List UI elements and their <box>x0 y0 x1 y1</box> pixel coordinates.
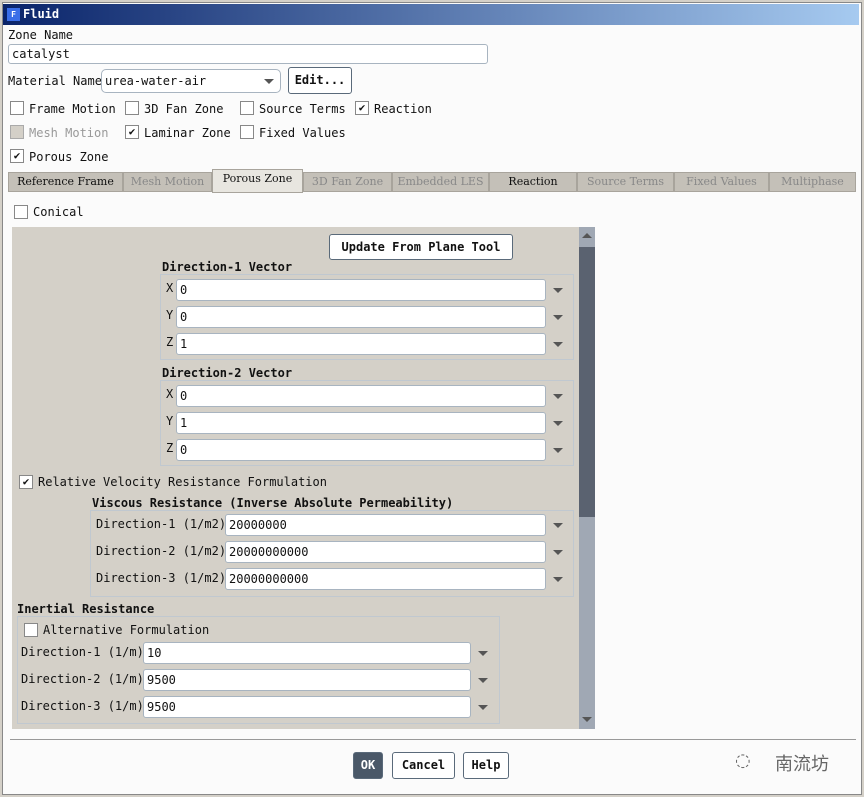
axis-label: Z <box>166 335 174 349</box>
dir1-y-input[interactable]: 0 <box>176 306 546 328</box>
inertial-direction-input[interactable]: 9500 <box>143 696 471 718</box>
inertial-direction-label: Direction-1 (1/m) <box>21 645 144 659</box>
edit-material-button[interactable]: Edit... <box>288 67 352 94</box>
option-label: Mesh Motion <box>29 126 109 140</box>
axis-label: Y <box>166 308 174 322</box>
inertial-resistance-title: Inertial Resistance <box>17 602 155 616</box>
viscous-direction-label: Direction-2 (1/m2) <box>96 544 227 558</box>
option-label: Frame Motion <box>29 102 116 116</box>
axis-label: Z <box>166 441 174 455</box>
tab-mesh-motion[interactable]: Mesh Motion <box>123 172 212 192</box>
tab-fixed-values[interactable]: Fixed Values <box>674 172 769 192</box>
viscous-direction-input[interactable]: 20000000000 <box>225 541 546 563</box>
axis-label: X <box>166 387 174 401</box>
chevron-down-icon[interactable] <box>553 523 563 528</box>
conical-checkbox[interactable] <box>14 205 28 219</box>
dir2-y-input[interactable]: 1 <box>176 412 546 434</box>
scrollbar-thumb[interactable] <box>579 247 595 517</box>
option-checkbox[interactable]: ✔ <box>125 125 139 139</box>
tab-reaction[interactable]: Reaction <box>489 172 577 192</box>
option-checkbox[interactable] <box>240 125 254 139</box>
window-title: Fluid <box>23 7 60 21</box>
tab-3d-fan-zone[interactable]: 3D Fan Zone <box>303 172 392 192</box>
chevron-down-icon <box>264 79 274 84</box>
inertial-direction-input[interactable]: 9500 <box>143 669 471 691</box>
chevron-down-icon[interactable] <box>553 288 563 293</box>
material-name-label: Material Name <box>8 74 102 88</box>
option-checkbox <box>10 125 24 139</box>
option-label: Porous Zone <box>29 150 109 164</box>
inertial-direction-input[interactable]: 10 <box>143 642 471 664</box>
option-checkbox[interactable]: ✔ <box>355 101 369 115</box>
chevron-down-icon[interactable] <box>553 421 563 426</box>
axis-label: X <box>166 281 174 295</box>
chevron-down-icon[interactable] <box>553 342 563 347</box>
direction-1-vector-title: Direction-1 Vector <box>162 260 293 274</box>
dir2-x-input[interactable]: 0 <box>176 385 546 407</box>
chevron-down-icon[interactable] <box>478 705 488 710</box>
chevron-down-icon[interactable] <box>553 315 563 320</box>
option-label: Source Terms <box>259 102 346 116</box>
chevron-down-icon[interactable] <box>553 394 563 399</box>
conical-label: Conical <box>33 205 84 219</box>
dir1-z-input[interactable]: 1 <box>176 333 546 355</box>
option-checkbox[interactable] <box>240 101 254 115</box>
viscous-direction-label: Direction-1 (1/m2) <box>96 517 227 531</box>
scroll-up-icon[interactable] <box>582 233 592 238</box>
dir1-x-input[interactable]: 0 <box>176 279 546 301</box>
viscous-direction-input[interactable]: 20000000000 <box>225 568 546 590</box>
ok-button[interactable]: OK <box>353 752 383 779</box>
chevron-down-icon[interactable] <box>553 550 563 555</box>
update-from-plane-tool-button[interactable]: Update From Plane Tool <box>329 234 513 260</box>
option-label: 3D Fan Zone <box>144 102 224 116</box>
chevron-down-icon[interactable] <box>478 678 488 683</box>
option-label: Fixed Values <box>259 126 346 140</box>
direction-2-vector-title: Direction-2 Vector <box>162 366 293 380</box>
title-bar: F Fluid <box>3 4 859 25</box>
help-button[interactable]: Help <box>463 752 509 779</box>
inertial-direction-label: Direction-2 (1/m) <box>21 672 144 686</box>
zone-name-label: Zone Name <box>8 28 74 42</box>
option-label: Reaction <box>374 102 432 116</box>
option-checkbox[interactable]: ✔ <box>10 149 24 163</box>
vertical-scrollbar[interactable] <box>579 227 595 729</box>
wechat-icon: ◌ <box>735 750 751 771</box>
tab-source-terms[interactable]: Source Terms <box>577 172 674 192</box>
tab-embedded-les[interactable]: Embedded LES <box>392 172 489 192</box>
viscous-resistance-title: Viscous Resistance (Inverse Absolute Per… <box>92 496 454 510</box>
cancel-button[interactable]: Cancel <box>392 752 455 779</box>
tab-porous-zone[interactable]: Porous Zone <box>212 169 303 193</box>
alternative-formulation-checkbox[interactable] <box>24 623 38 637</box>
option-label: Laminar Zone <box>144 126 231 140</box>
scroll-down-icon[interactable] <box>582 717 592 722</box>
tab-reference-frame[interactable]: Reference Frame <box>8 172 123 192</box>
material-select[interactable]: urea-water-air <box>101 69 281 93</box>
option-checkbox[interactable] <box>125 101 139 115</box>
relative-velocity-label: Relative Velocity Resistance Formulation <box>38 475 327 489</box>
chevron-down-icon[interactable] <box>553 448 563 453</box>
app-icon: F <box>7 8 20 21</box>
option-checkbox[interactable] <box>10 101 24 115</box>
viscous-direction-input[interactable]: 20000000 <box>225 514 546 536</box>
inertial-direction-label: Direction-3 (1/m) <box>21 699 144 713</box>
relative-velocity-checkbox[interactable]: ✔ <box>19 475 33 489</box>
axis-label: Y <box>166 414 174 428</box>
porous-zone-panel: Update From Plane Tool Direction-1 Vecto… <box>12 227 595 729</box>
material-value: urea-water-air <box>105 74 207 88</box>
zone-name-input[interactable]: catalyst <box>8 44 488 64</box>
alternative-formulation-label: Alternative Formulation <box>43 623 210 637</box>
divider <box>10 739 856 740</box>
chevron-down-icon[interactable] <box>478 651 488 656</box>
viscous-direction-label: Direction-3 (1/m2) <box>96 571 227 585</box>
chevron-down-icon[interactable] <box>553 577 563 582</box>
dir2-z-input[interactable]: 0 <box>176 439 546 461</box>
tab-multiphase[interactable]: Multiphase <box>769 172 856 192</box>
watermark: 南流坊 <box>775 754 829 775</box>
